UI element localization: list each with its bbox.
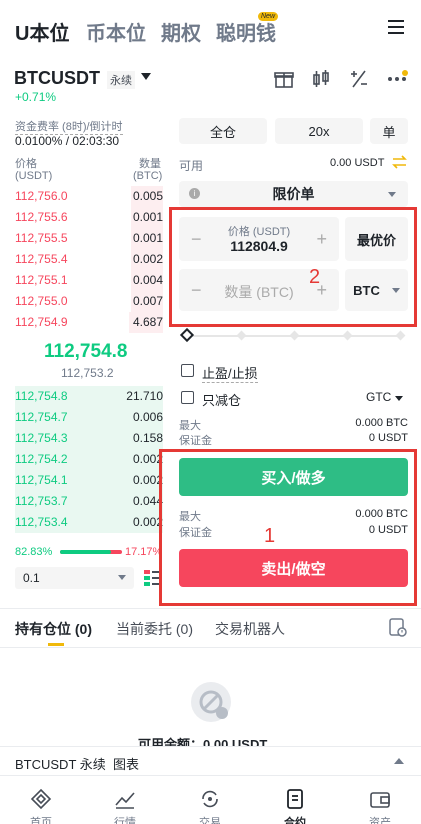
tab-open-orders[interactable]: 当前委托 (0) — [116, 619, 193, 639]
ask-row[interactable]: 112,754.9 4.687 — [15, 312, 163, 333]
bid-row[interactable]: 112,754.3 0.158 — [15, 428, 163, 449]
perpetual-badge: 永续 — [107, 71, 135, 89]
buy-margin-label: 保证金 — [179, 435, 212, 447]
ob-qty-unit: (BTC) — [133, 170, 163, 182]
chevron-down-icon — [388, 192, 396, 197]
annotation-box-1 — [159, 449, 417, 606]
futures-trade-screen: U本位 币本位 期权 聪明钱 New BTCUSDT 永续 +0.71% 资金费… — [0, 0, 421, 824]
margin-mode-button[interactable]: 全仓 — [179, 118, 267, 144]
ob-price-header: 价格 — [15, 158, 37, 170]
annotation-number-2: 2 — [309, 266, 321, 288]
slider-tick[interactable] — [236, 330, 247, 341]
ask-row[interactable]: 112,756.0 0.005 — [15, 186, 163, 207]
available-label: 可用 — [179, 159, 204, 173]
order-type-select[interactable]: i 限价单 — [179, 181, 408, 207]
ratio-bar — [60, 550, 122, 554]
ask-row[interactable]: 112,755.5 0.001 — [15, 228, 163, 249]
reduce-only-label[interactable]: 只减仓 — [202, 390, 241, 409]
available-value: 0.00 USDT — [330, 157, 385, 169]
futures-icon — [287, 789, 303, 809]
tp-sl-label[interactable]: 止盈/止损 — [202, 363, 258, 383]
ask-row[interactable]: 112,755.6 0.001 — [15, 207, 163, 228]
tab-usdt-margined[interactable]: U本位 — [15, 17, 69, 46]
tab-options[interactable]: 期权 — [161, 17, 201, 46]
mark-price: 112,753.2 — [61, 366, 114, 380]
nav-home[interactable]: 首页 — [11, 788, 71, 824]
nav-markets[interactable]: 行情 — [95, 788, 155, 824]
active-tab-indicator — [48, 643, 64, 646]
ask-row[interactable]: 112,755.1 0.004 — [15, 270, 163, 291]
price-change: +0.71% — [15, 90, 57, 104]
divider — [0, 608, 421, 609]
tp-sl-checkbox[interactable] — [181, 364, 194, 377]
trade-icon — [202, 790, 218, 808]
calculator-icon[interactable] — [348, 68, 370, 90]
divider — [0, 647, 421, 648]
tab-smart-money[interactable]: 聪明钱 — [216, 17, 276, 46]
slider-tick[interactable] — [395, 330, 406, 341]
sell-ratio: 17.17% — [125, 546, 163, 558]
reduce-only-checkbox[interactable] — [181, 391, 194, 404]
new-badge: New — [258, 12, 279, 21]
chart-bar[interactable]: BTCUSDT 永续 图表 — [0, 746, 421, 776]
empty-state-icon — [191, 682, 231, 722]
slider-handle[interactable] — [179, 327, 195, 343]
transfer-icon[interactable] — [392, 155, 407, 169]
buy-max-value: 0.000 BTC — [355, 417, 408, 429]
tab-positions[interactable]: 持有仓位 (0) — [15, 619, 92, 639]
last-price[interactable]: 112,754.8 — [44, 341, 127, 363]
chevron-down-icon — [118, 575, 126, 580]
ob-price-unit: (USDT) — [15, 170, 53, 182]
tif-select[interactable]: GTC — [366, 390, 404, 404]
slider-tick[interactable] — [289, 330, 300, 341]
wallet-icon — [370, 792, 390, 808]
ask-row[interactable]: 112,755.4 0.002 — [15, 249, 163, 270]
slider-tick[interactable] — [342, 330, 353, 341]
tab-trading-bots[interactable]: 交易机器人 — [215, 619, 285, 639]
bid-row[interactable]: 112,753.7 0.044 — [15, 491, 163, 512]
markets-icon — [115, 792, 135, 809]
ask-row[interactable]: 112,755.0 0.007 — [15, 291, 163, 312]
bid-row[interactable]: 112,754.7 0.006 — [15, 407, 163, 428]
symbol-name[interactable]: BTCUSDT — [14, 68, 100, 89]
depth-select[interactable]: 0.1 — [15, 567, 134, 589]
nav-futures[interactable]: 合约 — [265, 788, 325, 824]
gift-icon[interactable] — [273, 68, 295, 90]
bid-row[interactable]: 112,753.4 0.002 — [15, 512, 163, 533]
more-icon[interactable] — [386, 68, 408, 90]
chevron-up-icon[interactable] — [394, 758, 404, 764]
candlestick-icon[interactable] — [310, 68, 332, 90]
bid-row[interactable]: 112,754.8 21.710 — [15, 386, 163, 407]
bid-row[interactable]: 112,754.1 0.002 — [15, 470, 163, 491]
buy-ratio: 82.83% — [15, 546, 53, 558]
buy-max-label: 最大 — [179, 420, 201, 432]
funding-label: 资金费率 (8时)/倒计时 — [15, 118, 123, 135]
position-mode-button[interactable]: 单 — [370, 118, 408, 144]
menu-icon[interactable] — [388, 20, 404, 34]
symbol-dropdown-icon[interactable] — [141, 73, 151, 80]
info-icon[interactable]: i — [189, 188, 200, 199]
annotation-number-1: 1 — [264, 525, 276, 547]
bid-row[interactable]: 112,754.2 0.002 — [15, 449, 163, 470]
tab-coin-margined[interactable]: 币本位 — [86, 17, 146, 46]
buy-margin-value: 0 USDT — [368, 432, 408, 444]
nav-trade[interactable]: 交易 — [180, 788, 240, 824]
leverage-button[interactable]: 20x — [275, 118, 363, 144]
order-history-icon[interactable] — [389, 618, 407, 638]
home-icon — [30, 788, 52, 810]
funding-value: 0.0100% / 02:03:30 — [15, 134, 120, 148]
annotation-box-2 — [169, 207, 417, 327]
ob-qty-header: 数量 — [139, 158, 161, 170]
nav-assets[interactable]: 资产 — [350, 788, 410, 824]
chevron-down-icon — [395, 396, 404, 401]
